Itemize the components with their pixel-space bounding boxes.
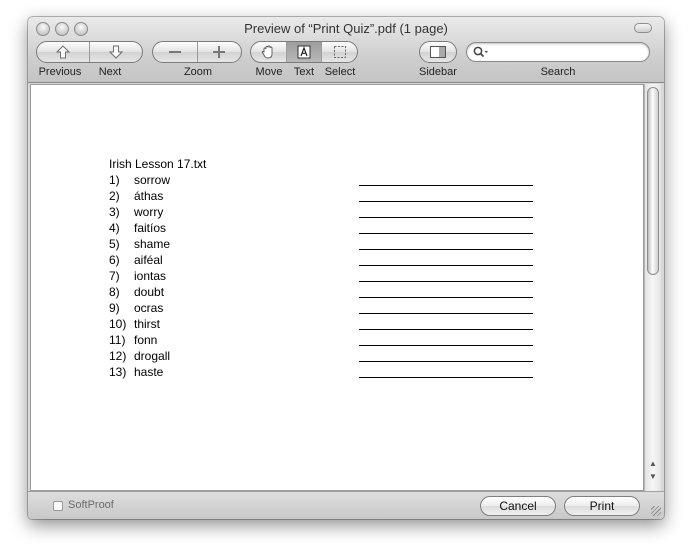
sidebar-button[interactable]	[420, 42, 456, 62]
previous-page-button[interactable]	[37, 42, 90, 62]
print-options-bar: SoftProof Cancel Print	[28, 491, 664, 519]
document-view[interactable]: Irish Lesson 17.txt 1) sorrow 2) áthas 3) w…	[30, 84, 644, 491]
zoom-label: Zoom	[183, 66, 213, 78]
softproof-checkbox[interactable]	[53, 501, 63, 511]
answer-line	[359, 281, 533, 282]
item-word: shame	[134, 237, 171, 251]
pdf-page: Irish Lesson 17.txt 1) sorrow 2) áthas 3) w…	[31, 85, 643, 490]
select-label: Select	[324, 66, 356, 78]
sidebar-toggle-control	[419, 41, 457, 63]
answer-line	[359, 265, 533, 266]
item-number: 7)	[109, 269, 120, 283]
titlebar: Preview of “Print Quiz”.pdf (1 page) Pre…	[28, 17, 664, 83]
answer-line	[359, 249, 533, 250]
selection-rect-icon	[333, 46, 346, 58]
item-word: áthas	[134, 189, 164, 203]
item-number: 12)	[109, 349, 127, 363]
answer-line	[359, 313, 533, 314]
softproof-label: SoftProof	[68, 499, 114, 511]
scroll-thumb[interactable]	[647, 87, 659, 275]
item-number: 5)	[109, 237, 120, 251]
answer-line	[359, 361, 533, 362]
answer-line	[359, 185, 533, 186]
sidebar-label: Sidebar	[419, 66, 457, 78]
item-word: ocras	[134, 301, 164, 315]
item-word: thirst	[134, 317, 161, 331]
next-label: Next	[98, 66, 122, 78]
search-label: Search	[540, 66, 576, 78]
answer-line	[359, 201, 533, 202]
zoom-in-button[interactable]	[198, 42, 242, 62]
sidebar-icon	[430, 46, 446, 58]
previous-label: Previous	[38, 66, 82, 78]
item-number: 2)	[109, 189, 120, 203]
vertical-scrollbar[interactable]: ▲ ▼	[644, 84, 661, 491]
item-number: 11)	[109, 333, 126, 347]
resize-grip-icon[interactable]	[651, 506, 661, 516]
move-tool-button[interactable]	[251, 42, 287, 62]
item-number: 8)	[109, 285, 120, 299]
move-label: Move	[255, 66, 283, 78]
item-number: 9)	[109, 301, 120, 315]
hand-icon	[262, 45, 273, 59]
print-button[interactable]: Print	[564, 496, 640, 516]
answer-line	[359, 297, 533, 298]
plus-icon	[213, 46, 226, 58]
answer-line	[359, 233, 533, 234]
zoom-control	[152, 41, 242, 63]
answer-line	[359, 345, 533, 346]
item-number: 1)	[109, 173, 120, 187]
search-input[interactable]	[491, 45, 641, 59]
text-a-icon	[297, 45, 311, 59]
document-heading: Irish Lesson 17.txt	[109, 157, 207, 171]
preview-window: Preview of “Print Quiz”.pdf (1 page) Pre…	[28, 17, 664, 519]
text-tool-button[interactable]	[286, 42, 323, 62]
toolbar-toggle-button[interactable]	[634, 23, 652, 33]
next-page-button[interactable]	[90, 42, 142, 62]
item-number: 4)	[109, 221, 120, 235]
scroll-down-arrow-icon[interactable]: ▼	[648, 472, 658, 482]
zoom-out-button[interactable]	[153, 42, 198, 62]
item-word: aiféal	[134, 253, 163, 267]
answer-line	[359, 377, 533, 378]
answer-line	[359, 329, 533, 330]
item-word: sorrow	[134, 173, 171, 187]
answer-line	[359, 217, 533, 218]
item-word: drogall	[134, 349, 171, 363]
item-word: iontas	[134, 269, 167, 283]
item-word: haste	[134, 365, 164, 379]
item-word: faitíos	[134, 221, 167, 235]
item-number: 13)	[109, 365, 127, 379]
tool-mode-control	[250, 41, 358, 63]
item-number: 6)	[109, 253, 120, 267]
select-tool-button[interactable]	[322, 42, 357, 62]
arrow-down-icon	[109, 45, 123, 59]
arrow-up-icon	[56, 45, 70, 59]
search-icon	[473, 46, 488, 58]
item-word: worry	[134, 205, 164, 219]
page-nav-control	[36, 41, 143, 63]
search-field[interactable]	[466, 42, 650, 62]
window-title: Preview of “Print Quiz”.pdf (1 page)	[244, 21, 448, 36]
minus-icon	[168, 51, 181, 53]
item-number: 3)	[109, 205, 120, 219]
item-word: fonn	[134, 333, 158, 347]
cancel-button[interactable]: Cancel	[480, 496, 556, 516]
item-word: doubt	[134, 285, 165, 299]
text-label: Text	[293, 66, 315, 78]
scroll-up-arrow-icon[interactable]: ▲	[648, 459, 658, 469]
item-number: 10)	[109, 317, 127, 331]
